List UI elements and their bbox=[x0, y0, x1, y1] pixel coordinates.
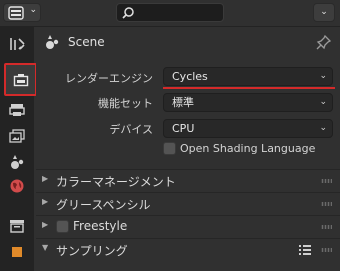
scene-icon bbox=[46, 35, 59, 49]
chevron-down-icon: ⌄ bbox=[319, 97, 327, 107]
tab-output[interactable] bbox=[3, 97, 31, 123]
drag-handle-icon[interactable] bbox=[321, 248, 332, 252]
pin-icon[interactable] bbox=[316, 34, 332, 50]
drag-handle-icon[interactable] bbox=[321, 202, 332, 206]
section-grease-pencil[interactable]: ▶ グリースペンシル bbox=[36, 192, 340, 215]
options-dropdown-button[interactable]: ⌄ bbox=[313, 3, 335, 22]
section-label: グリースペンシル bbox=[56, 198, 151, 212]
tab-world[interactable] bbox=[3, 173, 31, 199]
device-dropdown[interactable]: CPU ⌄ bbox=[163, 119, 333, 138]
tool-icon bbox=[10, 38, 25, 50]
chevron-down-icon: ⌄ bbox=[319, 71, 327, 81]
feature-set-value: 標準 bbox=[172, 96, 194, 109]
osl-checkbox[interactable] bbox=[163, 142, 176, 155]
chevron-down-icon: ⌄ bbox=[29, 5, 37, 15]
tab-object[interactable] bbox=[3, 239, 31, 265]
render-engine-value: Cycles bbox=[172, 70, 208, 83]
tab-render[interactable] bbox=[4, 63, 37, 96]
highlight-underline bbox=[163, 87, 335, 89]
editor-type-dropdown[interactable]: ⌄ bbox=[3, 3, 41, 22]
presets-list-icon[interactable] bbox=[298, 243, 312, 257]
device-label: デバイス bbox=[109, 123, 153, 136]
view-layer-icon bbox=[9, 129, 25, 143]
render-properties-panel: Scene レンダーエンジン Cycles ⌄ 機能セット 標準 ⌄ デバイス … bbox=[36, 27, 340, 271]
expand-arrow-icon: ▶ bbox=[42, 174, 49, 183]
feature-set-dropdown[interactable]: 標準 ⌄ bbox=[163, 93, 333, 112]
feature-set-label: 機能セット bbox=[98, 97, 153, 110]
osl-label: Open Shading Language bbox=[180, 142, 316, 155]
context-header: Scene bbox=[36, 27, 340, 57]
context-title: Scene bbox=[68, 35, 105, 49]
drag-handle-icon[interactable] bbox=[321, 225, 332, 229]
object-icon bbox=[12, 247, 22, 257]
world-icon bbox=[10, 179, 24, 193]
tab-collection[interactable] bbox=[3, 213, 31, 239]
section-label: Freestyle bbox=[73, 219, 128, 233]
scene-icon bbox=[11, 155, 24, 169]
properties-header: ⌄ ⌄ bbox=[0, 0, 340, 27]
freestyle-checkbox[interactable] bbox=[56, 220, 69, 233]
search-input[interactable] bbox=[116, 3, 224, 22]
drag-handle-icon[interactable] bbox=[321, 179, 332, 183]
render-icon bbox=[13, 73, 28, 86]
section-freestyle[interactable]: ▶ Freestyle bbox=[36, 215, 340, 238]
section-color-management[interactable]: ▶ カラーマネージメント bbox=[36, 169, 340, 192]
chevron-down-icon: ⌄ bbox=[320, 7, 328, 17]
collapse-arrow-icon: ▼ bbox=[42, 243, 49, 252]
section-label: カラーマネージメント bbox=[56, 175, 176, 189]
device-value: CPU bbox=[172, 122, 195, 135]
tab-tool[interactable] bbox=[3, 31, 31, 57]
render-engine-label: レンダーエンジン bbox=[65, 72, 153, 85]
tab-scene[interactable] bbox=[3, 149, 31, 175]
collection-icon bbox=[10, 220, 24, 233]
section-label: サンプリング bbox=[56, 244, 128, 258]
output-icon bbox=[9, 104, 25, 116]
expand-arrow-icon: ▶ bbox=[42, 197, 49, 206]
search-icon bbox=[122, 7, 134, 19]
render-engine-dropdown[interactable]: Cycles ⌄ bbox=[163, 67, 333, 86]
properties-tab-bar bbox=[0, 27, 37, 271]
expand-arrow-icon: ▶ bbox=[42, 220, 49, 229]
chevron-down-icon: ⌄ bbox=[319, 123, 327, 133]
properties-editor-icon bbox=[8, 6, 24, 20]
section-sampling[interactable]: ▼ サンプリング bbox=[36, 238, 340, 261]
tab-view-layer[interactable] bbox=[3, 123, 31, 149]
